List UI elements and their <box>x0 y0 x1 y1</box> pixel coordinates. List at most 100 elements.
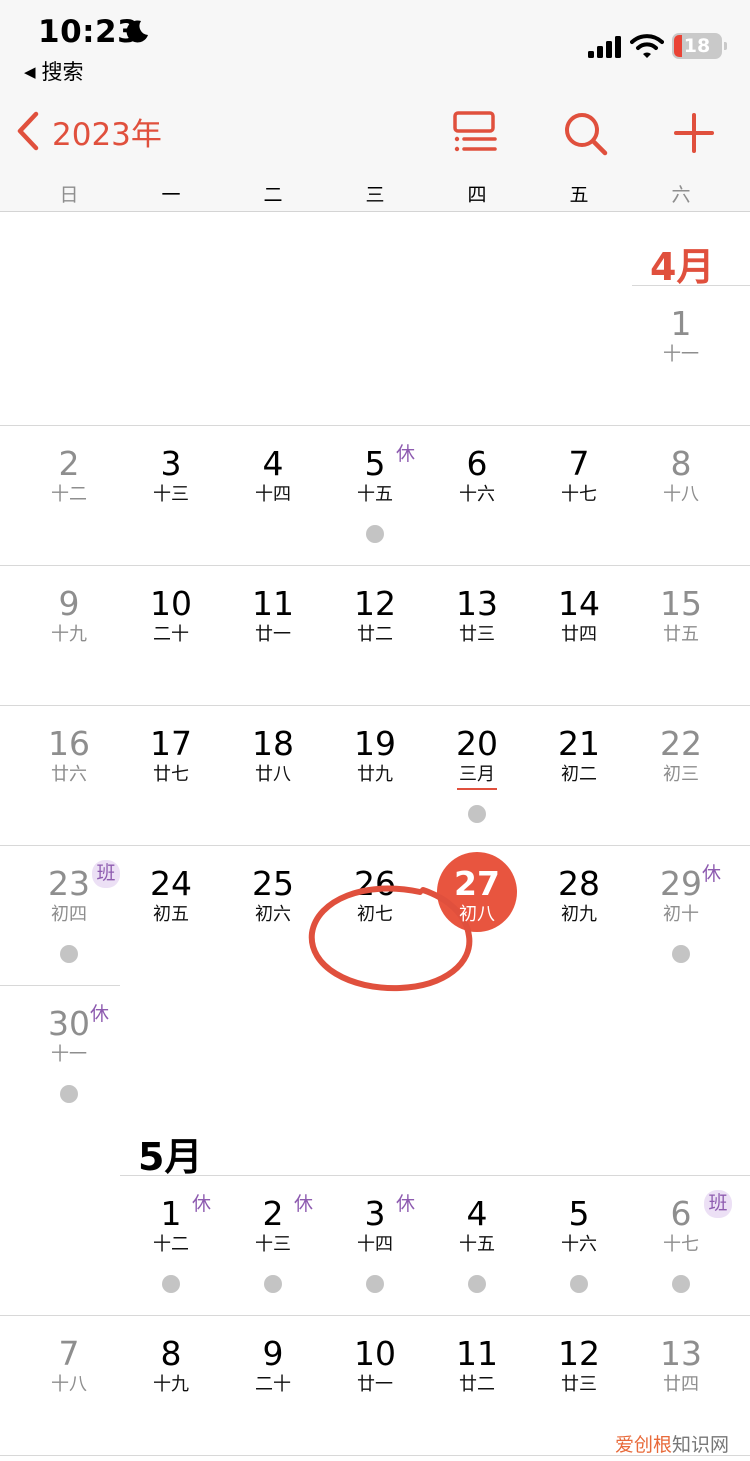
day-cell[interactable]: 24 初五 <box>120 846 222 986</box>
day-number: 6 <box>466 444 488 483</box>
lunar-date: 十六 <box>459 484 495 505</box>
lunar-date: 初八 <box>459 904 495 925</box>
day-number: 9 <box>262 1334 284 1373</box>
day-cell[interactable]: 3 十三 <box>120 426 222 566</box>
lunar-date: 廿七 <box>153 764 189 785</box>
event-dot <box>570 1275 588 1293</box>
day-cell[interactable]: 11 廿二 <box>426 1316 528 1456</box>
lunar-date: 十二 <box>153 1234 189 1255</box>
event-dot <box>60 1085 78 1103</box>
day-cell[interactable]: 12 廿二 <box>324 566 426 706</box>
lunar-date: 廿四 <box>663 1374 699 1395</box>
day-cell[interactable]: 6 十六 <box>426 426 528 566</box>
day-number: 15 <box>660 584 702 623</box>
day-cell[interactable]: 13 廿三 <box>426 566 528 706</box>
day-cell[interactable]: 7 十七 <box>528 426 630 566</box>
event-dot <box>366 1275 384 1293</box>
lunar-date: 十七 <box>663 1234 699 1255</box>
day-cell[interactable]: 10 廿一 <box>324 1316 426 1456</box>
day-number: 1 <box>670 304 692 343</box>
day-cell[interactable]: 21 初二 <box>528 706 630 846</box>
lunar-date: 初四 <box>51 904 87 925</box>
day-cell[interactable]: 5 十六 <box>528 1176 630 1316</box>
day-cell[interactable]: 2 十二 <box>18 426 120 566</box>
day-cell[interactable]: 2 十三休 <box>222 1176 324 1316</box>
lunar-date: 十八 <box>663 484 699 505</box>
weekday-label: 六 <box>671 184 691 206</box>
day-cell[interactable]: 18 廿八 <box>222 706 324 846</box>
lunar-date: 廿三 <box>561 1374 597 1395</box>
day-number: 12 <box>354 584 396 623</box>
holiday-badge: 休 <box>294 1193 314 1215</box>
lunar-date: 三月 <box>459 764 495 785</box>
day-cell[interactable]: 5 十五休 <box>324 426 426 566</box>
lunar-date: 十三 <box>153 484 189 505</box>
day-cell[interactable]: 28 初九 <box>528 846 630 986</box>
lunar-date: 初六 <box>255 904 291 925</box>
day-number: 26 <box>354 864 396 903</box>
day-cell[interactable]: 10 二十 <box>120 566 222 706</box>
status-bar: 10:23 ◀ 搜索 18 <box>0 0 750 96</box>
day-number: 28 <box>558 864 600 903</box>
search-icon[interactable] <box>563 111 609 157</box>
day-cell[interactable]: 8 十八 <box>630 426 732 566</box>
day-cell[interactable]: 1 十一 <box>630 286 732 426</box>
day-cell-today[interactable]: 27 初八 <box>426 846 528 986</box>
day-cell[interactable]: 19 廿九 <box>324 706 426 846</box>
day-number: 22 <box>660 724 702 763</box>
day-number: 10 <box>150 584 192 623</box>
day-cell[interactable]: 14 廿四 <box>528 566 630 706</box>
day-cell[interactable]: 7 十八 <box>18 1316 120 1456</box>
day-cell[interactable]: 29 初十休 <box>630 846 732 986</box>
day-number: 21 <box>558 724 600 763</box>
day-cell[interactable]: 8 十九 <box>120 1316 222 1456</box>
day-cell[interactable]: 9 二十 <box>222 1316 324 1456</box>
day-cell[interactable]: 15 廿五 <box>630 566 732 706</box>
day-cell[interactable]: 30 十一休 <box>18 986 120 1126</box>
year-back-button[interactable]: 2023年 <box>16 106 162 156</box>
list-view-icon[interactable] <box>453 111 497 153</box>
event-dot <box>672 1275 690 1293</box>
lunar-date: 十四 <box>255 484 291 505</box>
month-label-april: 4月 <box>650 245 715 289</box>
weekday-label: 四 <box>467 184 487 206</box>
day-cell[interactable]: 3 十四休 <box>324 1176 426 1316</box>
day-cell[interactable]: 9 十九 <box>18 566 120 706</box>
weekday-label: 一 <box>161 184 181 206</box>
day-cell[interactable]: 25 初六 <box>222 846 324 986</box>
event-dot <box>162 1275 180 1293</box>
day-cell[interactable]: 23 初四班 <box>18 846 120 986</box>
lunar-date: 初九 <box>561 904 597 925</box>
day-cell[interactable]: 16 廿六 <box>18 706 120 846</box>
lunar-date: 十三 <box>255 1234 291 1255</box>
day-cell[interactable]: 26 初七 <box>324 846 426 986</box>
watermark-brand: 爱创根 <box>615 1434 673 1456</box>
add-event-icon[interactable] <box>674 113 714 153</box>
lunar-date: 初十 <box>663 904 699 925</box>
lunar-date: 十七 <box>561 484 597 505</box>
lunar-date: 十五 <box>357 484 393 505</box>
chevron-left-icon <box>17 111 39 151</box>
day-number: 11 <box>456 1334 498 1373</box>
day-cell[interactable]: 20 三月 <box>426 706 528 846</box>
day-number: 4 <box>262 444 284 483</box>
day-cell[interactable]: 22 初三 <box>630 706 732 846</box>
signal-icon <box>588 36 621 58</box>
day-cell[interactable]: 4 十五 <box>426 1176 528 1316</box>
lunar-date: 十九 <box>153 1374 189 1395</box>
holiday-badge: 休 <box>396 1193 416 1215</box>
day-number: 16 <box>48 724 90 763</box>
lunar-date: 廿六 <box>51 764 87 785</box>
weekday-label: 二 <box>263 184 283 206</box>
back-triangle-icon: ◀ <box>24 63 36 81</box>
day-number: 25 <box>252 864 294 903</box>
holiday-badge: 休 <box>702 863 722 885</box>
day-cell[interactable]: 4 十四 <box>222 426 324 566</box>
day-cell[interactable]: 6 十七班 <box>630 1176 732 1316</box>
day-cell[interactable]: 11 廿一 <box>222 566 324 706</box>
day-number: 3 <box>160 444 182 483</box>
back-to-app[interactable]: ◀ 搜索 <box>24 56 84 86</box>
workday-badge: 班 <box>92 860 120 888</box>
day-cell[interactable]: 17 廿七 <box>120 706 222 846</box>
day-cell[interactable]: 1 十二休 <box>120 1176 222 1316</box>
